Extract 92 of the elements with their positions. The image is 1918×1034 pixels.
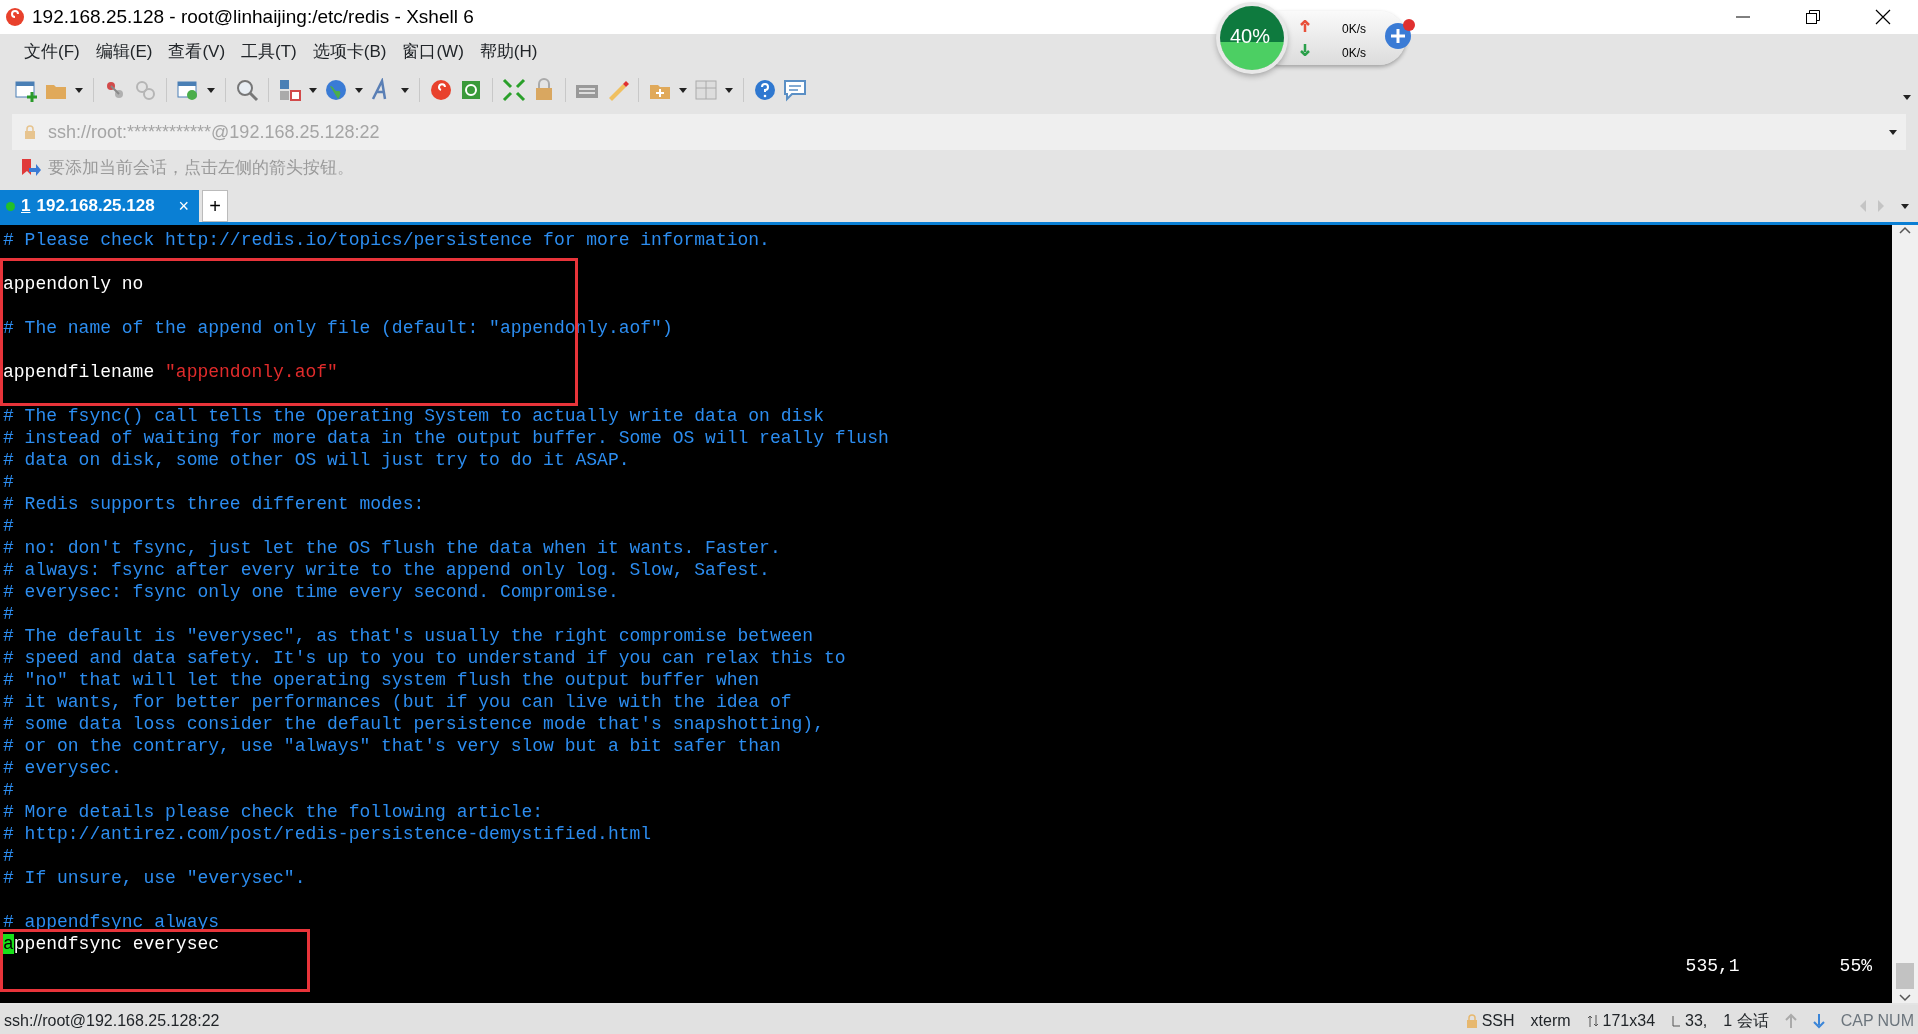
config-line: appendfsync everysec [3, 934, 220, 954]
comment-line: # The fsync() call tells the Operating System to actually write data on disk [3, 406, 824, 426]
menu-item[interactable]: 编辑(E) [87, 39, 161, 65]
connection-text: ssh://root@192.168.25.128:22 [4, 1010, 220, 1031]
upload-arrow-icon [1784, 1012, 1797, 1029]
lock-icon [24, 125, 36, 139]
spiral-icon[interactable] [429, 78, 453, 102]
scroll-thumb[interactable] [1896, 963, 1914, 989]
resize-icon [1586, 1013, 1599, 1028]
window-title: 192.168.25.128 - root@linhaijing:/etc/redis - Xshell 6 [32, 4, 474, 29]
caret-icon[interactable] [724, 85, 734, 95]
caret-icon[interactable] [1900, 201, 1910, 211]
caret-icon[interactable] [308, 85, 318, 95]
comment-line: # The default is "everysec", as that's usually the right compromise between [3, 626, 814, 646]
menu-item[interactable]: 文件(F) [16, 39, 88, 65]
expand-icon[interactable] [502, 78, 526, 102]
lock-icon [1465, 1013, 1478, 1028]
caret-icon[interactable] [400, 85, 410, 95]
chat-icon[interactable] [783, 78, 807, 102]
comment-line: # always: fsync after every write to the append only log. Slow, Safest. [3, 560, 770, 580]
search-icon[interactable] [235, 78, 259, 102]
cursor-position: 535,1 [1685, 955, 1740, 977]
comment-line: # or on the contrary, use "always" that's very slow but a bit safer than [3, 736, 781, 756]
comment-line: # More details please check the following article: [3, 802, 544, 822]
terminal-type: xterm [1530, 1010, 1571, 1031]
comment-line: # http://antirez.com/post/redis-persistence-demystified.html [3, 824, 652, 844]
status-dot [6, 201, 15, 211]
globe-icon[interactable] [324, 78, 348, 102]
caret-icon[interactable] [1902, 92, 1912, 102]
caret-icon[interactable] [1888, 127, 1898, 137]
comment-line: # it wants, for better performances (but if you can live with the idea of [3, 692, 792, 712]
comment-line: # speed and data safety. It's up to you to understand if you can relax this to [3, 648, 846, 668]
caps-lock-indicator: CAP [1840, 1010, 1874, 1031]
session-count: 1 会话 [1723, 1010, 1769, 1031]
minimize-icon [1735, 16, 1751, 18]
comment-line: # some data loss consider the default persistence mode that's snapshotting), [3, 714, 824, 734]
upload-speed: 0K/s [1342, 21, 1366, 38]
protocol-text: SSH [1481, 1010, 1515, 1031]
transfer-icon[interactable] [278, 78, 302, 102]
settings-window-icon[interactable] [176, 78, 200, 102]
terminal-cursor: a [3, 934, 14, 954]
scroll-percent: 55% [1839, 955, 1872, 977]
comment-line: # everysec: fsync only one time every second. Compromise. [3, 582, 619, 602]
comment-line: # appendfsync always [3, 912, 220, 932]
address-text: ssh://root:************@192.168.25.128:22 [48, 120, 380, 144]
menu-item[interactable]: 查看(V) [160, 39, 234, 65]
comment-line: # [3, 780, 14, 800]
upload-arrow-icon [1300, 20, 1310, 32]
menu-item[interactable]: 窗口(W) [394, 39, 472, 65]
comment-line: # [3, 472, 14, 492]
scrollbar[interactable] [1892, 225, 1918, 1003]
new-tab-button[interactable]: + [202, 190, 228, 222]
comment-line: # everysec. [3, 758, 122, 778]
restore-icon [1805, 9, 1821, 25]
caret-icon[interactable] [678, 85, 688, 95]
comment-line: # Redis supports three different modes: [3, 494, 425, 514]
caret-icon[interactable] [74, 85, 84, 95]
comment-line: # no: don't fsync, just let the OS flush the data when it wants. Faster. [3, 538, 781, 558]
session-tab[interactable]: 1 192.168.25.128 × [0, 190, 199, 222]
config-line: appendfilename "appendonly.aof" [3, 362, 338, 382]
gauge-percent: 40% [1230, 26, 1271, 46]
terminal-size: 171x34 [1602, 1010, 1656, 1031]
menu-item[interactable]: 选项卡(B) [304, 39, 395, 65]
plus-icon[interactable] [1382, 18, 1416, 52]
menu-item[interactable]: 帮助(H) [471, 39, 546, 65]
scroll-down-icon[interactable] [1898, 993, 1912, 1003]
download-speed: 0K/s [1342, 45, 1366, 62]
num-lock-indicator: NUM [1877, 1010, 1914, 1031]
comment-line: # If unsure, use "everysec". [3, 868, 306, 888]
cursor-icon [1671, 1013, 1682, 1028]
info-message: 要添加当前会话，点击左侧的箭头按钮。 [48, 157, 354, 180]
comment-line: # Please check http://redis.io/topics/persistence for more information. [3, 230, 770, 250]
help-icon[interactable] [753, 78, 777, 102]
caret-icon[interactable] [206, 85, 216, 95]
comment-line: # "no" that will let the operating system flush the output buffer when [3, 670, 760, 690]
memory-gauge-icon [1220, 6, 1284, 70]
comment-line: # instead of waiting for more data in the output buffer. Some OS will really flush [3, 428, 889, 448]
comment-line: # [3, 846, 14, 866]
caret-icon[interactable] [354, 85, 364, 95]
cursor-text: 33, [1685, 1010, 1708, 1031]
config-line: appendonly no [3, 274, 144, 294]
spiral-logo-icon [4, 6, 26, 28]
download-arrow-icon [1300, 44, 1310, 56]
scroll-up-icon[interactable] [1898, 225, 1912, 235]
comment-line: # data on disk, some other OS will just try to do it ASAP. [3, 450, 630, 470]
comment-line: # [3, 604, 14, 624]
new-session-icon[interactable] [14, 78, 38, 102]
close-icon [1875, 9, 1891, 25]
download-arrow-icon [1812, 1012, 1825, 1029]
comment-line: # [3, 516, 14, 536]
menu-item[interactable]: 工具(T) [233, 39, 305, 65]
tab-close-button[interactable]: × [178, 192, 189, 220]
